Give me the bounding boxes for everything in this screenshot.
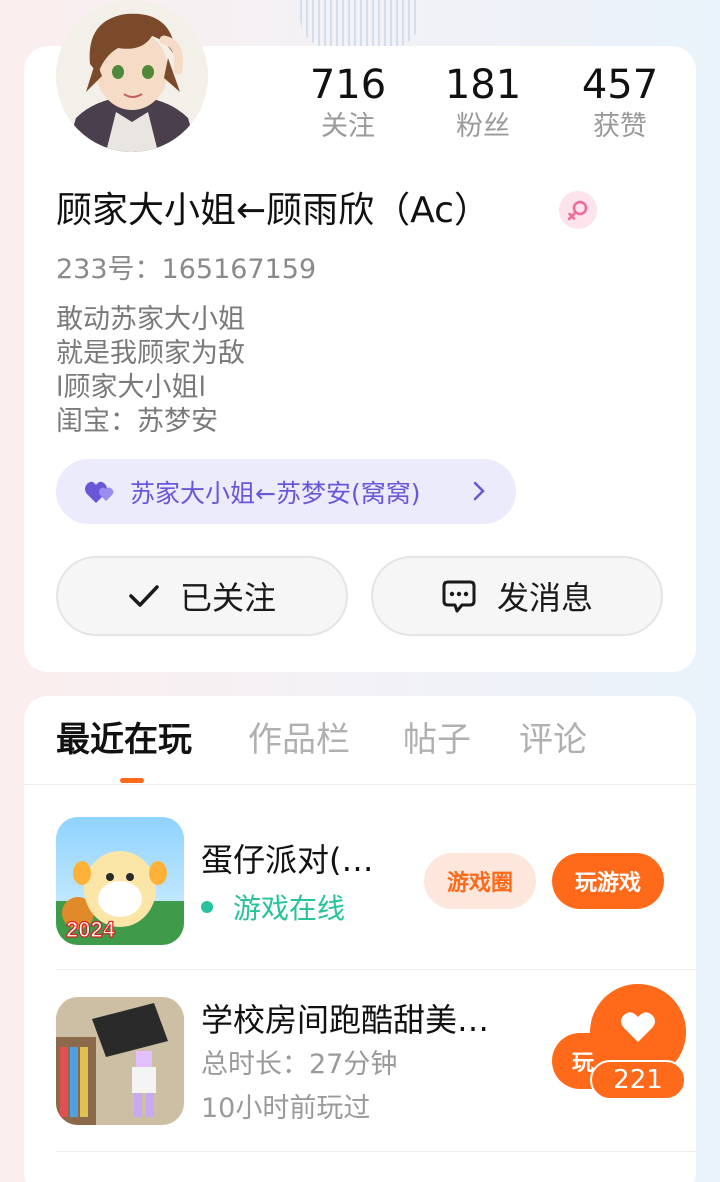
bio-line: l顾家大小姐l — [56, 372, 207, 403]
stat-label: 获赞 — [593, 111, 647, 142]
tab-works[interactable]: 作品栏 — [248, 718, 350, 762]
play-duration: 总时长：27分钟 — [201, 1049, 398, 1080]
thumb-badge: 2024 — [66, 917, 116, 942]
stat-value: 181 — [444, 62, 522, 108]
online-label: 游戏在线 — [233, 892, 346, 925]
tab-comments[interactable]: 评论 — [519, 718, 587, 762]
heart-icon — [619, 1010, 657, 1048]
bio-line: 就是我顾家为敌 — [56, 338, 245, 369]
last-played: 10小时前玩过 — [201, 1093, 371, 1124]
profile-tabs: 最近在玩 作品栏 帖子 评论 — [24, 696, 696, 784]
followed-button[interactable]: 已关注 — [56, 556, 348, 636]
bio: 敢动苏家大小姐 就是我顾家为敌 l顾家大小姐l 闺宝：苏梦安 — [56, 303, 245, 439]
bio-line: 闺宝：苏梦安 — [56, 406, 218, 437]
game-thumbnail — [56, 997, 184, 1125]
stat-following[interactable]: 716 关注 — [288, 62, 408, 144]
divider — [24, 784, 696, 785]
stat-label: 粉丝 — [456, 111, 510, 142]
game-thumbnail: 2024 — [56, 817, 184, 945]
divider — [56, 969, 696, 970]
chevron-right-icon — [472, 479, 486, 508]
user-id: 233号：165167159 — [56, 254, 317, 285]
stats-bar: 716 关注 181 粉丝 457 获赞 — [0, 62, 720, 152]
divider — [56, 1151, 696, 1152]
game-title: 学校房间跑酷甜美… — [201, 1001, 490, 1039]
tab-posts[interactable]: 帖子 — [403, 718, 471, 762]
double-heart-icon — [84, 479, 118, 505]
stat-followers[interactable]: 181 粉丝 — [423, 62, 543, 144]
send-message-label: 发消息 — [496, 579, 593, 617]
chat-bubble-icon — [441, 578, 477, 614]
play-game-button[interactable]: 玩游戏 — [552, 853, 664, 909]
online-status: 游戏在线 — [201, 891, 345, 927]
tab-recent-games[interactable]: 最近在玩 — [56, 718, 192, 762]
online-dot — [201, 901, 213, 913]
relation-label: 苏家大小姐←苏梦安(窝窝) — [130, 478, 421, 508]
stat-value: 457 — [581, 62, 659, 108]
bio-line: 敢动苏家大小姐 — [56, 304, 245, 335]
send-message-button[interactable]: 发消息 — [371, 556, 663, 636]
active-tab-indicator — [120, 778, 144, 783]
female-icon — [559, 191, 597, 229]
relation-link[interactable]: 苏家大小姐←苏梦安(窝窝) — [56, 459, 516, 524]
like-count: 221 — [590, 1060, 686, 1100]
stat-likes[interactable]: 457 获赞 — [560, 62, 680, 144]
followed-label: 已关注 — [179, 579, 276, 617]
display-name: 顾家大小姐←顾雨欣（Ac） — [56, 190, 490, 231]
stat-label: 关注 — [321, 111, 375, 142]
game-circle-button[interactable]: 游戏圈 — [424, 853, 536, 909]
stat-value: 716 — [309, 62, 387, 108]
background-figure — [300, 0, 420, 48]
game-title: 蛋仔派对(… — [201, 841, 374, 879]
check-icon — [128, 583, 160, 609]
list-item[interactable]: 2024 蛋仔派对(… 游戏在线 游戏圈 玩游戏 — [56, 817, 696, 947]
